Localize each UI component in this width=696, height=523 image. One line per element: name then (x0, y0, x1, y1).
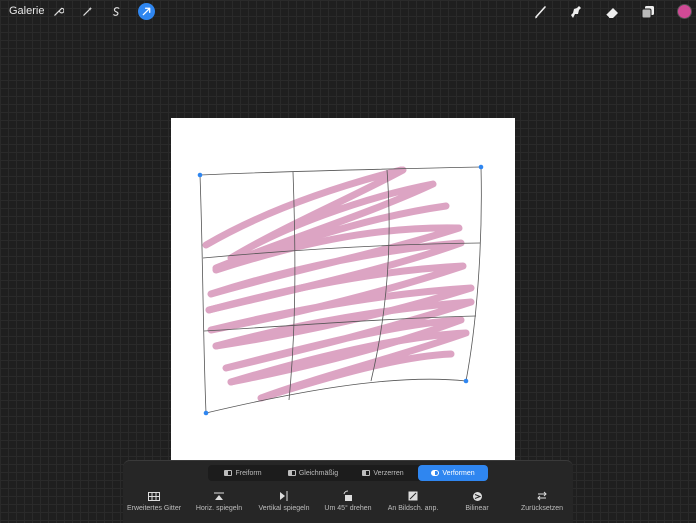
reset-button[interactable]: Zurücksetzen (517, 490, 567, 512)
advanced-mesh-button[interactable]: Erweitertes Gitter (127, 490, 181, 512)
transform-panel: Freiform Gleichmäßig Verzerren Verformen… (123, 460, 573, 523)
flip-vertical-icon (279, 490, 289, 502)
transform-arrow-icon[interactable] (138, 3, 155, 20)
warp-handle-bottom-left[interactable] (203, 410, 209, 416)
transform-mode-selector: Freiform Gleichmäßig Verzerren Verformen (208, 465, 488, 481)
canvas-artwork (197, 164, 484, 416)
grid-icon (148, 490, 160, 502)
smudge-icon[interactable] (567, 3, 585, 21)
mode-distort-button[interactable]: Verzerren (348, 465, 418, 481)
rotate-45-button[interactable]: Um 45° drehen (323, 490, 373, 512)
top-toolbar: Galerie (0, 0, 696, 24)
warp-handle-top-right[interactable] (478, 164, 484, 170)
mode-freeform-button[interactable]: Freiform (208, 465, 278, 481)
mode-warp-button[interactable]: Verformen (418, 465, 488, 481)
drawing-canvas[interactable] (171, 118, 515, 460)
transform-actions: Erweitertes Gitter Horiz. spiegeln Verti… (123, 490, 573, 516)
warp-handle-top-left[interactable] (197, 172, 203, 178)
selection-icon[interactable] (108, 3, 125, 20)
rotate-45-icon (343, 490, 353, 502)
magic-wand-icon[interactable] (79, 3, 96, 20)
flip-vertical-button[interactable]: Vertikal spiegeln (256, 490, 312, 512)
flip-horizontal-icon (213, 490, 225, 502)
reset-icon (536, 490, 548, 502)
fit-screen-icon (408, 490, 418, 502)
uniform-icon (287, 470, 296, 476)
freeform-icon (224, 470, 233, 476)
gallery-button[interactable]: Galerie (9, 5, 44, 17)
bilinear-button[interactable]: Bilinear (455, 490, 499, 512)
warp-icon (431, 470, 440, 476)
flip-horizontal-button[interactable]: Horiz. spiegeln (193, 490, 245, 512)
brush-icon[interactable] (532, 3, 550, 21)
mode-uniform-button[interactable]: Gleichmäßig (278, 465, 348, 481)
warp-handle-bottom-right[interactable] (463, 378, 469, 384)
pink-scribble-stroke (202, 166, 475, 402)
distort-icon (362, 470, 371, 476)
eraser-icon[interactable] (603, 3, 621, 21)
bilinear-icon (472, 490, 483, 502)
color-picker-button[interactable] (677, 4, 692, 19)
wrench-icon[interactable] (50, 3, 67, 20)
fit-to-screen-button[interactable]: An Bildsch. anp. (385, 490, 441, 512)
layers-icon[interactable] (639, 3, 657, 21)
